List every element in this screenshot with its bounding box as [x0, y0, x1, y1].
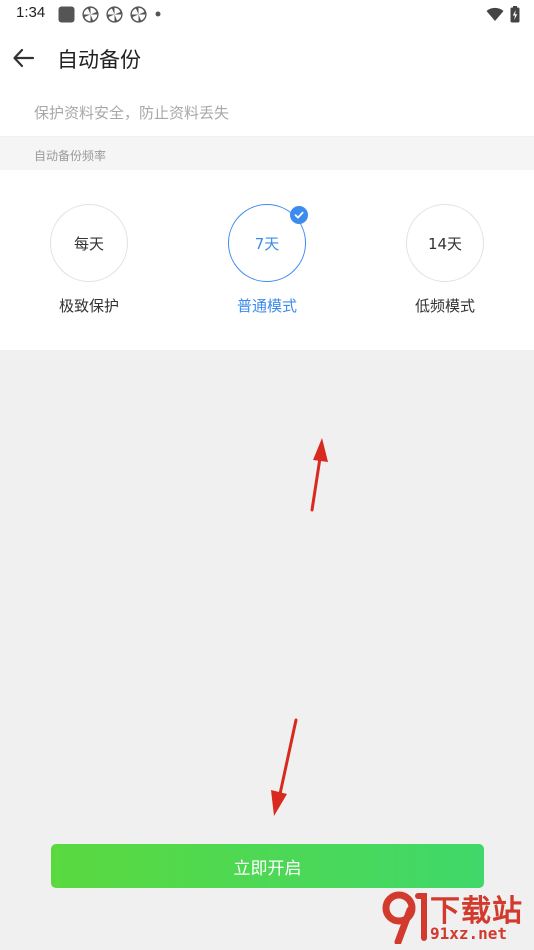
option-name: 低频模式: [414, 297, 475, 315]
option-7-days[interactable]: 7天 普通模式: [197, 204, 337, 324]
arrow-left-icon: [13, 48, 35, 68]
option-name: 普通模式: [236, 297, 297, 315]
pinwheel-icon: [106, 5, 123, 23]
watermark: 下载站 91xz.net: [364, 884, 534, 950]
option-circle[interactable]: 14天: [406, 204, 484, 282]
section-header: 自动备份频率: [0, 137, 534, 170]
option-circle[interactable]: 每天: [50, 204, 128, 282]
app-header: 自动备份: [0, 28, 534, 90]
page-title: 自动备份: [57, 48, 141, 72]
section-label: 自动备份频率: [34, 149, 107, 163]
option-circle-label: 7天: [254, 234, 280, 253]
battery-charging-icon: [510, 5, 520, 22]
status-icons-left: [58, 5, 162, 23]
option-daily[interactable]: 每天 极致保护: [19, 204, 159, 324]
pinwheel-icon: [130, 5, 147, 23]
description-row: 保护资料安全，防止资料丢失: [0, 90, 534, 136]
status-bar: 1:34: [0, 0, 534, 28]
watermark-logo-icon: [382, 891, 427, 944]
frequency-options-panel: 每天 极致保护 7天 普通模式 14天 低频模式: [0, 170, 534, 350]
option-name: 极致保护: [58, 297, 119, 315]
check-icon: [294, 211, 304, 219]
status-icons-right: [486, 5, 520, 23]
start-now-button[interactable]: 立即开启: [51, 844, 484, 888]
annotation-arrow-up: [310, 438, 328, 512]
pinwheel-icon: [82, 5, 99, 23]
option-14-days[interactable]: 14天 低频模式: [375, 204, 515, 324]
wifi-icon: [486, 7, 504, 21]
selected-check-badge: [290, 206, 308, 224]
back-button[interactable]: [10, 44, 38, 72]
app-square-icon: [58, 6, 75, 22]
watermark-domain: 91xz.net: [430, 924, 508, 943]
dot-icon: [155, 11, 161, 17]
status-time: 1:34: [16, 4, 46, 21]
option-circle-label: 14天: [427, 234, 463, 253]
option-circle-label: 每天: [73, 234, 104, 253]
annotation-arrow-down: [271, 718, 298, 816]
description-text: 保护资料安全，防止资料丢失: [34, 104, 230, 122]
